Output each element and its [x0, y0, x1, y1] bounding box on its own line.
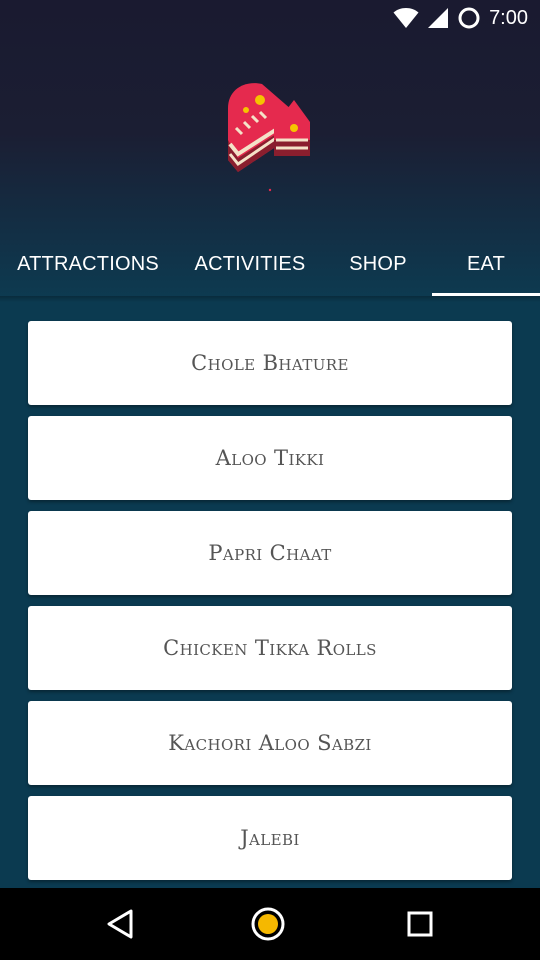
list-item-label: Chole Bhature: [191, 351, 349, 375]
list-item-label: Kachori Aloo Sabzi: [168, 731, 372, 755]
list-item-jalebi[interactable]: Jalebi: [28, 796, 512, 880]
tab-activities[interactable]: ACTIVITIES: [176, 232, 324, 296]
status-icons: 7:00: [393, 6, 528, 30]
eat-list: Chole Bhature Aloo Tikki Papri Chaat Chi…: [28, 321, 512, 891]
tab-eat-label: EAT: [466, 252, 505, 275]
tab-activities-label: ACTIVITIES: [194, 252, 306, 275]
system-nav-bar: [0, 888, 540, 960]
tab-attractions[interactable]: ATTRACTIONS: [0, 232, 176, 296]
status-bar: 7:00: [0, 0, 540, 36]
recents-icon[interactable]: [402, 906, 438, 942]
tab-shadow: [0, 296, 540, 302]
category-tabs: ATTRACTIONS ACTIVITIES SHOP EAT: [0, 232, 540, 296]
status-time: 7:00: [489, 6, 528, 29]
wifi-icon: [393, 8, 419, 28]
list-item-label: Jalebi: [240, 826, 300, 850]
list-item-label: Aloo Tikki: [215, 446, 325, 470]
ring-icon: [458, 7, 480, 29]
list-item-aloo-tikki[interactable]: Aloo Tikki: [28, 416, 512, 500]
home-icon[interactable]: [250, 906, 286, 942]
tab-eat[interactable]: EAT: [432, 232, 540, 296]
list-item-papri-chaat[interactable]: Papri Chaat: [28, 511, 512, 595]
tab-attractions-label: ATTRACTIONS: [17, 252, 159, 275]
back-icon[interactable]: [103, 906, 139, 942]
list-item-kachori-aloo-sabzi[interactable]: Kachori Aloo Sabzi: [28, 701, 512, 785]
tab-shop[interactable]: SHOP: [324, 232, 432, 296]
list-item-label: Chicken Tikka Rolls: [163, 636, 377, 660]
cake-slice-logo: [228, 83, 310, 192]
list-item-label: Papri Chaat: [208, 541, 332, 565]
list-item-chicken-tikka-rolls[interactable]: Chicken Tikka Rolls: [28, 606, 512, 690]
list-item-chole-bhature[interactable]: Chole Bhature: [28, 321, 512, 405]
tab-shop-label: SHOP: [349, 252, 407, 275]
app-header: 7:00 ATTRACTIONS ACTIVITIES SHOP EAT: [0, 0, 540, 296]
cell-signal-icon: [428, 8, 449, 28]
